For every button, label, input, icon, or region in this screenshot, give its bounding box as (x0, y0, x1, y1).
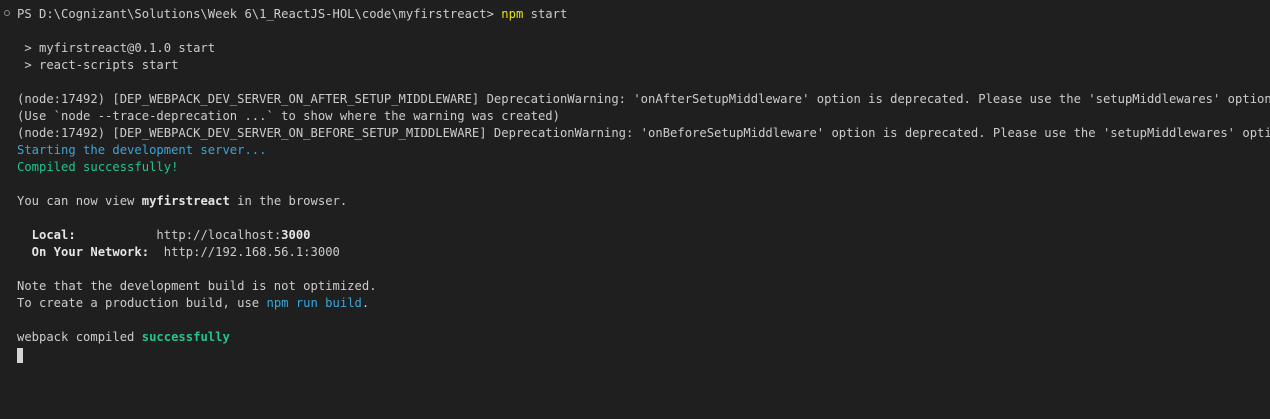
note-prefix: To create a production build, use (17, 296, 267, 310)
terminal-panel[interactable]: PS D:\Cognizant\Solutions\Week 6\1_React… (0, 0, 1270, 419)
network-label: On Your Network: (17, 245, 150, 259)
local-url-line: Local: http://localhost:3000 (17, 227, 1270, 244)
network-url-line: On Your Network: http://192.168.56.1:300… (17, 244, 1270, 261)
warning-line-3: (node:17492) [DEP_WEBPACK_DEV_SERVER_ON_… (17, 126, 1270, 140)
note-line-2: To create a production build, use npm ru… (17, 295, 1270, 312)
command-status-icon (4, 10, 10, 16)
webpack-line: webpack compiled successfully (17, 329, 1270, 346)
build-command: npm run build (266, 296, 362, 310)
prompt-line: PS D:\Cognizant\Solutions\Week 6\1_React… (17, 6, 1270, 23)
local-port[interactable]: 3000 (281, 228, 310, 242)
app-name: myfirstreact (141, 194, 230, 208)
view-line: You can now view myfirstreact in the bro… (17, 193, 1270, 210)
prompt-path: PS D:\Cognizant\Solutions\Week 6\1_React… (17, 7, 494, 21)
network-pad (149, 245, 164, 259)
note-line-1: Note that the development build is not o… (17, 279, 377, 293)
warning-line-2: (Use `node --trace-deprecation ...` to s… (17, 109, 560, 123)
prompt-command: npm (501, 7, 524, 21)
view-suffix: in the browser. (229, 194, 348, 208)
network-url[interactable]: http://192.168.56.1:3000 (164, 245, 340, 259)
webpack-status: successfully (141, 330, 230, 344)
local-label: Local: (17, 228, 76, 242)
script-line-2: > react-scripts start (17, 58, 179, 72)
warning-line-1: (node:17492) [DEP_WEBPACK_DEV_SERVER_ON_… (17, 92, 1270, 106)
note-suffix: . (361, 296, 370, 310)
view-prefix: You can now view (17, 194, 142, 208)
cursor-line[interactable] (17, 346, 1270, 363)
script-line-1: > myfirstreact@0.1.0 start (17, 41, 216, 55)
local-pad (76, 228, 157, 242)
compiled-status: Compiled successfully! (17, 160, 179, 174)
terminal-cursor (17, 347, 23, 363)
local-url-base[interactable]: http://localhost: (156, 228, 281, 242)
prompt-args: start (523, 7, 568, 21)
starting-status: Starting the development server... (17, 143, 267, 157)
webpack-prefix: webpack compiled (17, 330, 142, 344)
